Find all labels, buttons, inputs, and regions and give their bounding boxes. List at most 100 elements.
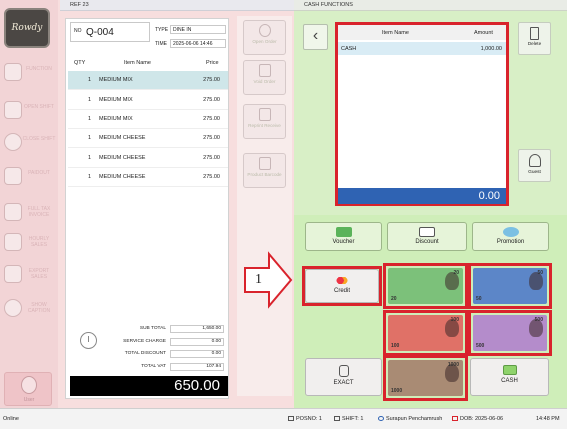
time-field: 2025-06-06 14:46 bbox=[170, 39, 226, 48]
close-shift-button[interactable]: CLOSE SHIFT bbox=[2, 130, 56, 160]
hourly-sales-label: HOURLY SALES bbox=[28, 236, 50, 248]
paidout-button[interactable]: PAIDOUT bbox=[2, 164, 56, 194]
trash-icon bbox=[530, 27, 539, 40]
credit-card-icon bbox=[336, 276, 348, 285]
full-tax-invoice-label: FULL TAX INVOICE bbox=[27, 206, 51, 218]
total-discount-label: TOTAL DISCOUNT bbox=[124, 351, 166, 356]
time-label: TIME bbox=[155, 41, 167, 47]
show-caption-button[interactable]: SHOW CAPTION bbox=[2, 296, 56, 326]
bag-icon bbox=[338, 365, 349, 377]
product-barcode-button[interactable]: Product Barcode bbox=[243, 153, 286, 188]
item-name: MEDIUM MIX bbox=[99, 77, 133, 83]
sub-total-label: SUB TOTAL bbox=[139, 326, 166, 331]
credit-label: Credit bbox=[333, 288, 350, 294]
service-charge-value: 0.00 bbox=[170, 338, 224, 346]
clock-icon bbox=[4, 133, 22, 151]
payment-row[interactable]: CASH 1,000.00 bbox=[338, 42, 506, 55]
item-name: MEDIUM CHEESE bbox=[99, 174, 146, 180]
discount-label: Discount bbox=[415, 239, 439, 245]
void-order-button[interactable]: Void Order bbox=[243, 60, 286, 95]
show-caption-label: SHOW CAPTION bbox=[27, 302, 51, 314]
promotion-button[interactable]: Promotion bbox=[472, 222, 549, 251]
voucher-button[interactable]: Voucher bbox=[305, 222, 382, 251]
shift-status: SHIFT: 1 bbox=[334, 416, 363, 422]
item-name: MEDIUM CHEESE bbox=[99, 135, 146, 141]
banknote-1000-button[interactable]: 1000 1000 bbox=[388, 360, 463, 396]
open-order-label: Open Order bbox=[252, 39, 277, 44]
export-sales-button[interactable]: EXPORT SALES bbox=[2, 262, 56, 292]
item-name: MEDIUM CHEESE bbox=[99, 155, 146, 161]
posno-text: POSNO: 1 bbox=[296, 416, 322, 422]
credit-button[interactable]: Credit bbox=[305, 269, 379, 303]
note-value-corner: 1000 bbox=[391, 388, 403, 394]
register-icon bbox=[4, 101, 22, 119]
amount-header: Amount bbox=[474, 30, 493, 36]
invoice-icon bbox=[4, 203, 22, 221]
order-row[interactable]: 1 MEDIUM CHEESE 275.00 bbox=[68, 168, 228, 187]
payment-amount: 1,000.00 bbox=[480, 46, 502, 52]
item-price: 275.00 bbox=[203, 155, 220, 161]
user-text: Surapun Penchamrush bbox=[386, 416, 443, 422]
connection-status: Online bbox=[3, 416, 19, 422]
dob-status: DOB: 2025-06-06 bbox=[452, 416, 503, 422]
type-label: TYPE bbox=[155, 27, 169, 33]
item-qty: 1 bbox=[88, 135, 92, 141]
grand-total: 650.00 bbox=[70, 376, 228, 396]
barcode-icon bbox=[258, 157, 271, 170]
order-row[interactable]: 1 MEDIUM MIX 275.00 bbox=[68, 110, 228, 129]
note-value-corner: 100 bbox=[391, 343, 400, 349]
banknote-50-button[interactable]: 50 50 bbox=[473, 268, 547, 304]
order-row[interactable]: 1 MEDIUM CHEESE 275.00 bbox=[68, 149, 228, 168]
function-button[interactable]: FUNCTION bbox=[2, 60, 56, 90]
delete-label: Delete bbox=[527, 41, 542, 46]
full-tax-invoice-button[interactable]: FULL TAX INVOICE bbox=[2, 200, 56, 230]
item-price: 275.00 bbox=[203, 116, 220, 122]
cash-icon bbox=[4, 167, 22, 185]
order-row[interactable]: 1 MEDIUM CHEESE 275.00 bbox=[68, 129, 228, 148]
payment-item: CASH bbox=[341, 46, 357, 52]
brand-logo: Rowdy bbox=[4, 8, 50, 48]
voucher-label: Voucher bbox=[332, 239, 355, 245]
note-value: 20 bbox=[453, 270, 459, 276]
promotion-icon bbox=[502, 227, 519, 237]
clock-icon bbox=[80, 332, 97, 349]
banknote-20-button[interactable]: 20 20 bbox=[388, 268, 463, 304]
reprint-receive-button[interactable]: Reprint Receive bbox=[243, 104, 286, 139]
user-button[interactable]: User bbox=[4, 372, 52, 406]
order-row[interactable]: 1 MEDIUM MIX 275.00 bbox=[68, 91, 228, 110]
menu-icon bbox=[4, 63, 22, 81]
order-row[interactable]: 1 MEDIUM MIX 275.00 bbox=[68, 71, 228, 90]
annotation-number: 1 bbox=[255, 272, 262, 287]
exact-button[interactable]: EXACT bbox=[305, 358, 382, 396]
cash-functions-title: CASH FUNCTIONS bbox=[304, 2, 353, 8]
note-value: 1000 bbox=[447, 362, 459, 368]
open-shift-button[interactable]: OPEN SHIFT bbox=[2, 98, 56, 128]
note-value-corner: 50 bbox=[476, 296, 482, 302]
open-shift-label: OPEN SHIFT bbox=[23, 104, 54, 110]
function-label: FUNCTION bbox=[26, 66, 52, 72]
delete-button[interactable]: Delete bbox=[518, 22, 551, 55]
discount-button[interactable]: Discount bbox=[387, 222, 467, 251]
cash-functions-header: CASH FUNCTIONS bbox=[294, 0, 567, 11]
banknote-100-button[interactable]: 100 100 bbox=[388, 315, 463, 351]
item-price: 275.00 bbox=[203, 174, 220, 180]
time-status: 14:48 PM bbox=[536, 416, 560, 422]
guest-button[interactable]: Guest bbox=[518, 149, 551, 182]
promotion-label: Promotion bbox=[496, 239, 525, 245]
open-order-button[interactable]: Open Order bbox=[243, 20, 286, 55]
back-button[interactable]: ‹ bbox=[303, 24, 328, 50]
item-qty: 1 bbox=[88, 155, 92, 161]
total-discount-value: 0.00 bbox=[170, 350, 224, 358]
posno-status: POSNO: 1 bbox=[288, 416, 322, 422]
cash-icon bbox=[502, 365, 517, 375]
order-ref: REF 23 bbox=[70, 2, 89, 8]
monitor-icon bbox=[288, 416, 294, 422]
cash-button[interactable]: CASH bbox=[470, 358, 549, 396]
annotation-arrow bbox=[244, 251, 293, 309]
banknote-500-button[interactable]: 500 500 bbox=[473, 315, 547, 351]
payment-list: Item Name Amount CASH 1,000.00 0.00 bbox=[335, 22, 509, 206]
hourly-sales-button[interactable]: HOURLY SALES bbox=[2, 230, 56, 260]
cash-label: CASH bbox=[501, 378, 518, 384]
payment-list-header: Item Name Amount bbox=[338, 25, 506, 40]
shift-text: SHIFT: 1 bbox=[342, 416, 364, 422]
